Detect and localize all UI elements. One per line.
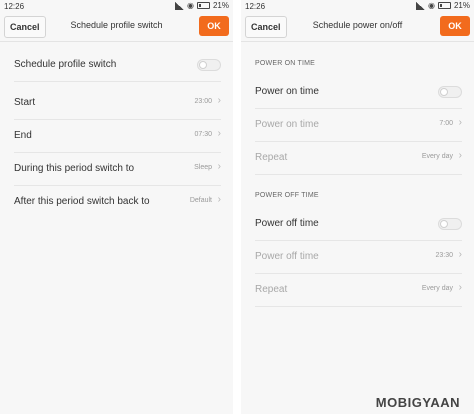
row-label: Repeat (255, 152, 288, 163)
row-label: Power on time (255, 119, 319, 130)
end-row[interactable]: End 07:30 › (14, 119, 221, 153)
battery-icon (437, 2, 451, 9)
power-off-toggle[interactable] (438, 218, 462, 230)
row-value: 07:30 (194, 131, 212, 138)
page-title: Schedule profile switch (70, 20, 163, 30)
ok-button[interactable]: OK (440, 16, 470, 36)
signal-icon (416, 1, 425, 10)
row-value: Default (189, 197, 212, 204)
battery-icon (196, 2, 210, 9)
power-off-toggle-row[interactable]: Power off time (255, 207, 462, 241)
row-label: Power on time (255, 86, 319, 97)
status-icons: ◉ 21% (175, 1, 229, 10)
chevron-right-icon: › (217, 194, 221, 205)
title-bar: Cancel Schedule power on/off OK (241, 13, 474, 41)
chevron-right-icon: › (458, 282, 462, 293)
row-value: Sleep (194, 164, 212, 171)
status-bar: 12:26 ◉ 21% (0, 0, 233, 13)
status-icons: ◉ 21% (416, 1, 470, 10)
page-title: Schedule power on/off (312, 20, 403, 30)
schedule-profile-switch-toggle[interactable] (197, 59, 221, 71)
battery-percent: 21% (212, 1, 229, 10)
chevron-right-icon: › (458, 117, 462, 128)
left-screen: 12:26 ◉ 21% Cancel Schedule profile swit… (0, 0, 233, 414)
row-label: Start (14, 97, 36, 108)
row-label: During this period switch to (14, 163, 135, 174)
status-time: 12:26 (245, 2, 266, 11)
power-off-time-row[interactable]: Power off time 23:30 › (255, 240, 462, 274)
power-off-repeat-row[interactable]: Repeat Every day › (255, 273, 462, 307)
power-on-toggle-row[interactable]: Power on time (255, 75, 462, 109)
power-on-toggle[interactable] (438, 86, 462, 98)
status-time: 12:26 (4, 2, 25, 11)
during-period-row[interactable]: During this period switch to Sleep › (14, 152, 221, 186)
row-value: Every day (421, 153, 453, 160)
right-screen: 12:26 ◉ 21% Cancel Schedule power on/off… (241, 0, 474, 414)
chevron-right-icon: › (217, 161, 221, 172)
divider (0, 41, 233, 42)
power-on-section-header: POWER ON TIME (255, 60, 316, 67)
battery-percent: 21% (453, 1, 470, 10)
chevron-right-icon: › (217, 128, 221, 139)
row-value: 23:00 (194, 98, 212, 105)
chevron-right-icon: › (458, 249, 462, 260)
after-period-row[interactable]: After this period switch back to Default… (14, 185, 221, 218)
power-on-time-row[interactable]: Power on time 7:00 › (255, 108, 462, 142)
title-bar: Cancel Schedule profile switch OK (0, 13, 233, 41)
start-row[interactable]: Start 23:00 › (14, 86, 221, 120)
watermark-logo: MOBIGYAAN (375, 395, 460, 410)
row-value: Every day (421, 285, 453, 292)
signal-icon (175, 1, 184, 10)
power-off-section-header: POWER OFF TIME (255, 192, 319, 199)
row-label: Repeat (255, 284, 288, 295)
divider (241, 41, 474, 42)
row-label: Power off time (255, 218, 319, 229)
ok-button[interactable]: OK (199, 16, 229, 36)
row-label: Power off time (255, 251, 319, 262)
wifi-icon: ◉ (428, 1, 435, 10)
row-label: After this period switch back to (14, 196, 150, 207)
schedule-profile-switch-row[interactable]: Schedule profile switch (14, 48, 221, 82)
power-on-repeat-row[interactable]: Repeat Every day › (255, 141, 462, 175)
row-label: Schedule profile switch (14, 59, 117, 70)
row-label: End (14, 130, 32, 141)
status-bar: 12:26 ◉ 21% (241, 0, 474, 13)
chevron-right-icon: › (458, 150, 462, 161)
wifi-icon: ◉ (187, 1, 194, 10)
row-value: 23:30 (435, 252, 453, 259)
row-value: 7:00 (439, 120, 453, 127)
chevron-right-icon: › (217, 95, 221, 106)
